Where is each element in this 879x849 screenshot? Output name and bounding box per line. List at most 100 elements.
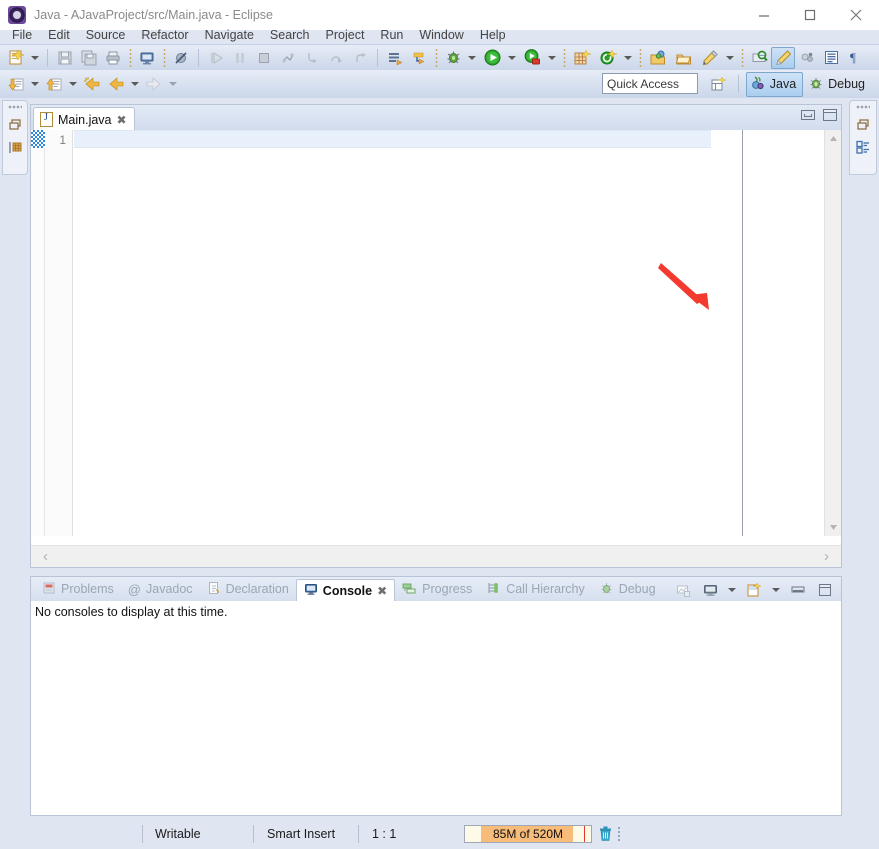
maximize-icon[interactable]	[823, 109, 837, 121]
run-coverage-icon[interactable]	[519, 47, 545, 69]
tab-debug-view[interactable]: Debug	[592, 578, 663, 601]
editor-vertical-scrollbar[interactable]	[824, 130, 841, 536]
next-annotation-icon[interactable]	[4, 73, 28, 95]
tab-problems[interactable]: Problems	[35, 578, 121, 601]
perspective-debug[interactable]: Debug	[805, 73, 871, 96]
open-task-icon[interactable]	[671, 47, 697, 69]
search-icon[interactable]	[747, 47, 771, 69]
line-number-1: 1	[59, 133, 66, 147]
menu-run[interactable]: Run	[372, 26, 411, 44]
fastview-grip[interactable]	[8, 105, 22, 109]
open-type-icon[interactable]	[645, 47, 671, 69]
maximize-icon[interactable]	[813, 579, 837, 601]
minimize-icon[interactable]	[786, 579, 810, 601]
back-icon[interactable]	[104, 73, 128, 95]
next-annotation-dropdown-icon[interactable]	[28, 73, 42, 95]
scroll-left-arrow-icon[interactable]: ‹	[43, 548, 48, 565]
new-java-class-icon[interactable]	[407, 47, 431, 69]
tab-declaration[interactable]: Declaration	[200, 578, 296, 601]
last-edit-location-icon[interactable]	[80, 73, 104, 95]
scroll-down-arrow-icon[interactable]	[825, 519, 842, 536]
editor-horizontal-scrollbar[interactable]: ‹ ›	[31, 545, 841, 567]
open-console-icon[interactable]	[135, 47, 159, 69]
open-console-dropdown-icon[interactable]	[769, 579, 783, 601]
menu-file[interactable]: File	[4, 26, 40, 44]
editor-tab-main-java[interactable]: Main.java ✖	[33, 107, 135, 131]
open-console-icon[interactable]	[742, 579, 766, 601]
tab-debug-view-label: Debug	[618, 582, 656, 596]
eclipse-window: Java - AJavaProject/src/Main.java - Ecli…	[0, 0, 879, 849]
status-resize-grip[interactable]	[617, 826, 622, 842]
skip-breakpoints-icon	[169, 47, 193, 69]
print-icon	[101, 47, 125, 69]
new-wizard-icon[interactable]	[4, 47, 28, 69]
pencil-dropdown-icon[interactable]	[723, 47, 737, 69]
editor-marker-bar[interactable]	[31, 130, 45, 536]
menu-source[interactable]: Source	[78, 26, 134, 44]
main-toolbar: ¶	[0, 44, 879, 70]
perspective-bar: Java Debug	[707, 71, 871, 97]
editor-text-area[interactable]	[74, 130, 841, 536]
suspend-icon	[228, 47, 252, 69]
menu-navigate[interactable]: Navigate	[197, 26, 262, 44]
quick-access-text: Quick Access	[607, 76, 680, 91]
right-fastview-bar	[849, 100, 877, 175]
menu-edit[interactable]: Edit	[40, 26, 78, 44]
previous-annotation-icon[interactable]	[42, 73, 66, 95]
quick-access-input[interactable]: Quick Access	[602, 73, 698, 94]
close-icon[interactable]: ✖	[117, 113, 127, 127]
status-position: 1 : 1	[372, 827, 397, 841]
progress-icon	[402, 581, 417, 598]
menu-project[interactable]: Project	[318, 26, 373, 44]
close-icon[interactable]: ✖	[377, 584, 387, 598]
fastview-grip-right[interactable]	[856, 105, 870, 109]
back-dropdown-icon[interactable]	[128, 73, 142, 95]
tab-console[interactable]: Console ✖	[295, 578, 396, 602]
heap-label: 85M of 520M	[492, 827, 564, 841]
pencil-icon[interactable]	[697, 47, 723, 69]
menu-search[interactable]: Search	[262, 26, 318, 44]
menu-window[interactable]: Window	[411, 26, 471, 44]
step-over-icon	[324, 47, 348, 69]
new-annotation-dropdown-icon[interactable]	[621, 47, 635, 69]
run-dropdown-icon[interactable]	[505, 47, 519, 69]
console-content[interactable]: No consoles to display at this time.	[31, 601, 841, 815]
new-java-project-icon[interactable]	[569, 47, 595, 69]
new-java-package-icon[interactable]	[383, 47, 407, 69]
outline-view-icon[interactable]	[853, 136, 873, 158]
disconnect-icon	[276, 47, 300, 69]
heap-status-indicator[interactable]: 85M of 520M	[464, 825, 592, 843]
run-coverage-dropdown-icon[interactable]	[545, 47, 559, 69]
previous-annotation-dropdown-icon[interactable]	[66, 73, 80, 95]
tab-javadoc[interactable]: @ Javadoc	[121, 578, 200, 601]
forward-dropdown-icon[interactable]	[166, 73, 180, 95]
run-icon[interactable]	[479, 47, 505, 69]
display-dropdown-icon[interactable]	[725, 579, 739, 601]
menu-help[interactable]: Help	[472, 26, 514, 44]
debug-icon[interactable]	[441, 47, 465, 69]
terminate-icon	[252, 47, 276, 69]
open-perspective-icon[interactable]	[707, 73, 731, 95]
restore-icon[interactable]	[853, 114, 873, 136]
debug-dropdown-icon[interactable]	[465, 47, 479, 69]
trash-icon[interactable]	[598, 825, 614, 843]
package-explorer-icon[interactable]	[5, 136, 25, 158]
java-file-icon	[40, 112, 53, 127]
minimize-icon[interactable]	[801, 110, 815, 120]
new-annotation-icon[interactable]	[595, 47, 621, 69]
scroll-up-arrow-icon[interactable]	[825, 130, 842, 147]
scroll-right-arrow-icon[interactable]: ›	[824, 548, 829, 565]
perspective-java[interactable]: Java	[745, 71, 804, 97]
tab-progress[interactable]: Progress	[395, 578, 479, 601]
restore-icon[interactable]	[5, 114, 25, 136]
status-bar: Writable Smart Insert 1 : 1 85M of 520M	[0, 819, 879, 849]
display-selected-console-icon[interactable]	[698, 579, 722, 601]
paragraph-icon[interactable]: ¶	[843, 47, 867, 69]
new-wizard-dropdown-icon[interactable]	[28, 47, 42, 69]
menu-refactor[interactable]: Refactor	[133, 26, 196, 44]
tab-call-hierarchy[interactable]: Call Hierarchy	[479, 578, 592, 601]
editor-body[interactable]: 1	[31, 130, 841, 536]
outline-icon[interactable]	[819, 47, 843, 69]
status-insert-mode: Smart Insert	[267, 827, 336, 841]
paint-icon[interactable]	[771, 46, 795, 69]
